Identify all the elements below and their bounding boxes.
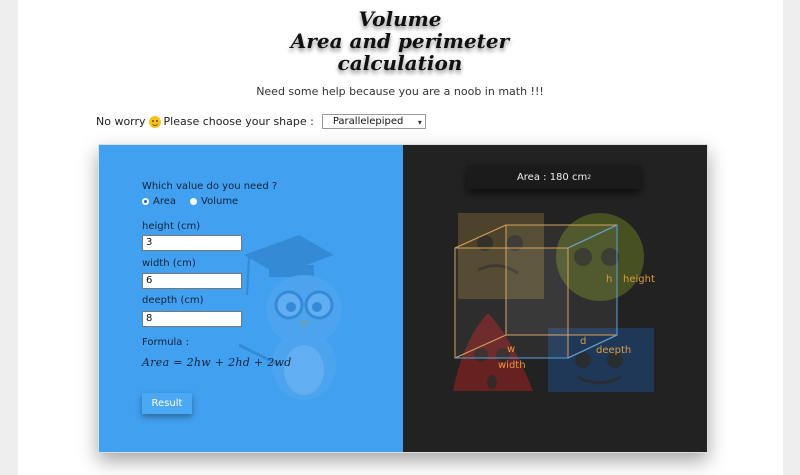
value-question: Which value do you need ? (142, 181, 278, 192)
dim-deepth: deepth (596, 345, 632, 356)
choose-shape-label: Please choose your shape : (163, 115, 314, 128)
background-faces-icon (453, 213, 654, 392)
smiley-icon (148, 115, 161, 128)
title-line-1: Volume (358, 7, 442, 31)
calculator-card: Which value do you need ? Area Volume he… (98, 144, 708, 453)
formula-text: Area = 2hw + 2hd + 2wd (142, 356, 292, 369)
radio-volume-label: Volume (201, 196, 239, 207)
dim-height: height (623, 274, 655, 285)
result-panel: Area : 180 cm 2 h height w width d deepth (403, 145, 707, 452)
title-line-2: Area and perimeter (290, 29, 510, 53)
title-line-3: calculation (337, 51, 463, 75)
input-panel: Which value do you need ? Area Volume he… (99, 145, 403, 452)
no-worry-text: No worry (96, 115, 146, 128)
chevron-down-icon: ▾ (417, 118, 422, 127)
shape-select[interactable]: Parallelepiped ▾ (321, 114, 426, 129)
dim-d: d (580, 336, 587, 347)
dim-w: w (507, 344, 516, 355)
deepth-input[interactable]: 8 (142, 311, 242, 327)
area-result-text: Area : 180 cm (516, 171, 588, 183)
formula-label: Formula : (142, 337, 189, 348)
height-label: height (cm) (142, 221, 201, 232)
width-label: width (cm) (142, 258, 196, 269)
dim-width: width (498, 360, 526, 371)
value-options: Area Volume (142, 196, 238, 207)
deepth-label: deepth (cm) (142, 295, 204, 306)
owl-mascot-icon (239, 235, 342, 400)
width-input[interactable]: 6 (142, 273, 242, 289)
area-result-box: Area : 180 cm 2 (467, 165, 641, 189)
radio-area-label: Area (153, 196, 177, 207)
area-unit-power: 2 (587, 173, 592, 181)
shape-chooser-row: No worry Please choose your shape : Para… (96, 114, 426, 129)
dim-h: h (606, 274, 613, 285)
result-button[interactable]: Result (142, 393, 192, 414)
radio-volume[interactable] (190, 198, 198, 205)
shape-select-value: Parallelepiped (332, 116, 404, 127)
radio-area[interactable] (142, 198, 149, 205)
height-input[interactable]: 3 (142, 235, 242, 251)
subtitle: Need some help because you are a noob in… (256, 85, 544, 98)
